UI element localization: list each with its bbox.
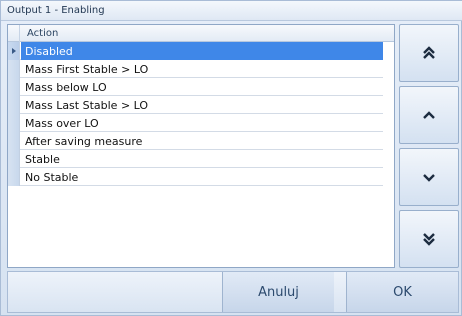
grid-row[interactable]: Mass First Stable > LO	[8, 60, 383, 78]
action-grid[interactable]: Action Disabled Mass First Stable > LO M…	[7, 24, 395, 268]
column-header-action[interactable]: Action	[21, 25, 394, 42]
row-label[interactable]: No Stable	[21, 168, 383, 186]
row-indicator	[8, 78, 20, 96]
navigation-buttons	[399, 24, 459, 268]
current-row-arrow-icon	[12, 48, 16, 54]
window-title: Output 1 - Enabling	[1, 1, 462, 21]
row-indicator	[8, 96, 20, 114]
row-indicator	[8, 132, 20, 150]
row-indicator	[8, 150, 20, 168]
cancel-button[interactable]: Anuluj	[222, 272, 334, 312]
grid-row[interactable]: After saving measure	[8, 132, 383, 150]
grid-header: Action	[8, 25, 394, 42]
grid-row[interactable]: No Stable	[8, 168, 383, 186]
row-label[interactable]: Mass below LO	[21, 78, 383, 96]
row-label[interactable]: After saving measure	[21, 132, 383, 150]
dialog-footer: Anuluj OK	[7, 271, 459, 313]
grid-rows: Disabled Mass First Stable > LO Mass bel…	[8, 42, 394, 186]
first-page-button[interactable]	[399, 24, 459, 82]
chevron-down-icon	[423, 174, 435, 182]
row-indicator	[8, 168, 20, 186]
double-chevron-up-icon	[423, 46, 435, 59]
grid-row[interactable]: Mass Last Stable > LO	[8, 96, 383, 114]
row-label[interactable]: Mass Last Stable > LO	[21, 96, 383, 114]
scroll-down-button[interactable]	[399, 148, 459, 206]
row-indicator	[8, 60, 20, 78]
row-label[interactable]: Disabled	[21, 42, 383, 60]
row-label[interactable]: Stable	[21, 150, 383, 168]
grid-row[interactable]: Stable	[8, 150, 383, 168]
header-indicator-cell	[8, 25, 20, 42]
grid-row[interactable]: Disabled	[8, 42, 383, 60]
grid-row[interactable]: Mass over LO	[8, 114, 383, 132]
chevron-up-icon	[423, 111, 435, 119]
row-label[interactable]: Mass First Stable > LO	[21, 60, 383, 78]
last-page-button[interactable]	[399, 210, 459, 268]
row-indicator	[8, 42, 20, 60]
row-label[interactable]: Mass over LO	[21, 114, 383, 132]
scroll-up-button[interactable]	[399, 86, 459, 144]
ok-button[interactable]: OK	[346, 272, 458, 312]
double-chevron-down-icon	[423, 233, 435, 246]
dialog-window: Output 1 - Enabling Action Disabled Mass…	[0, 0, 462, 316]
row-indicator	[8, 114, 20, 132]
grid-row[interactable]: Mass below LO	[8, 78, 383, 96]
